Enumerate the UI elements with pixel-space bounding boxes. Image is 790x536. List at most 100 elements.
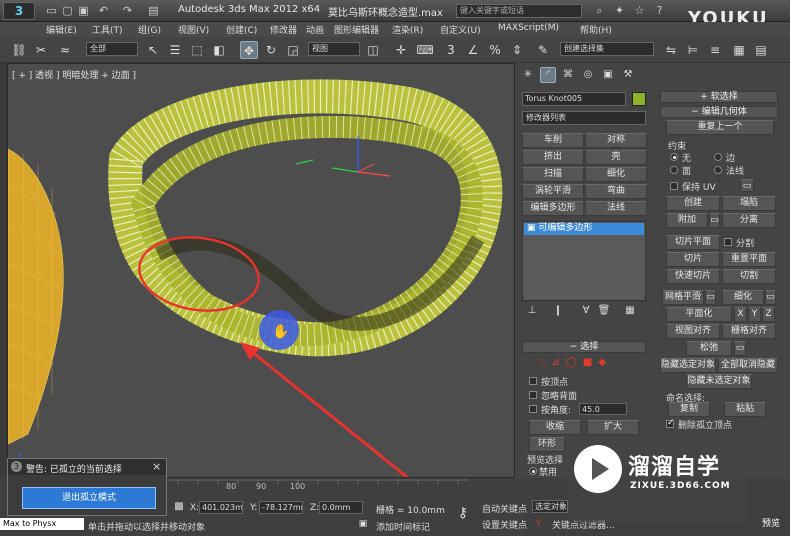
open-file-icon[interactable]: ▢ xyxy=(60,4,75,18)
select-manipulate-icon[interactable]: ✛ xyxy=(392,41,410,59)
modifier-stack[interactable]: ▣ 可编辑多边形 xyxy=(522,221,646,301)
hide-unselected-button[interactable]: 隐藏未选定对象 xyxy=(686,374,752,389)
show-end-result-icon[interactable]: ❙ xyxy=(551,304,565,318)
menu-graph-editors[interactable]: 图形编辑器 xyxy=(334,23,379,36)
menu-views[interactable]: 视图(V) xyxy=(178,23,209,36)
key-mode-dropdown[interactable]: 选定对象 xyxy=(532,500,568,513)
select-link-icon[interactable]: ⛓ xyxy=(10,41,28,59)
select-rotate-icon[interactable]: ↻ xyxy=(262,41,280,59)
meshsmooth-settings-button[interactable]: ▭ xyxy=(705,290,716,305)
selection-filter-dropdown[interactable]: 全部 xyxy=(86,42,138,56)
auto-key-button[interactable]: 自动关键点 xyxy=(482,502,527,515)
reset-plane-button[interactable]: 重置平面 xyxy=(722,252,776,267)
constraint-face-radio[interactable] xyxy=(670,166,678,174)
search-input[interactable]: 键入关键字或短语 xyxy=(456,4,582,18)
object-name-field[interactable]: Torus Knot005 xyxy=(522,92,626,106)
app-logo[interactable]: 3 xyxy=(3,2,35,20)
menu-help[interactable]: 帮助(H) xyxy=(580,23,612,36)
grid-align-button[interactable]: 栅格对齐 xyxy=(722,324,776,339)
viewport-label[interactable]: [ + ] 透视 ] 明暗处理 + 边面 ] xyxy=(12,68,136,81)
tessellate-geo-button[interactable]: 细化 xyxy=(722,290,764,305)
extrude-button[interactable]: 挤出 xyxy=(522,150,584,165)
sweep-button[interactable]: 扫描 xyxy=(522,167,584,182)
render-setup-icon[interactable]: ▦ xyxy=(730,41,748,59)
help-icon[interactable]: ? xyxy=(652,4,667,18)
bind-space-warp-icon[interactable]: ≈ xyxy=(56,41,74,59)
split-checkbox[interactable] xyxy=(724,238,732,246)
preserve-uv-checkbox[interactable] xyxy=(670,182,678,190)
unhide-all-button[interactable]: 全部取消隐藏 xyxy=(718,358,778,373)
select-move-icon[interactable]: ✥ xyxy=(240,41,258,59)
symmetry-button[interactable]: 对称 xyxy=(585,133,647,148)
by-vertex-checkbox[interactable] xyxy=(529,377,537,385)
bend-button[interactable]: 弯曲 xyxy=(585,184,647,199)
attach-button[interactable]: 附加 xyxy=(666,213,708,228)
set-key-button[interactable]: 设置关键点 xyxy=(482,518,527,531)
shrink-button[interactable]: 收缩 xyxy=(529,420,581,435)
menu-group[interactable]: 组(G) xyxy=(138,23,161,36)
add-time-tag-button[interactable]: 添加时间标记 xyxy=(376,520,430,533)
redo-icon[interactable]: ↷ xyxy=(120,4,135,18)
pin-stack-icon[interactable]: ⊥ xyxy=(525,304,539,318)
modifier-list-dropdown[interactable]: 修改器列表 xyxy=(522,111,646,125)
relax-button[interactable]: 松弛 xyxy=(686,341,732,356)
percent-snap-icon[interactable]: % xyxy=(486,41,504,59)
planar-y-button[interactable]: Y xyxy=(748,307,761,322)
layer-manager-icon[interactable]: ≡ xyxy=(706,41,724,59)
menu-customize[interactable]: 自定义(U) xyxy=(440,23,481,36)
hierarchy-tab-icon[interactable]: ⌘ xyxy=(560,67,576,83)
relax-settings-button[interactable]: ▭ xyxy=(734,341,746,356)
view-align-button[interactable]: 视图对齐 xyxy=(666,324,720,339)
modify-tab-icon[interactable]: ◜ xyxy=(540,67,556,83)
stack-item-editable-poly[interactable]: ▣ 可编辑多边形 xyxy=(524,223,644,235)
project-folder-icon[interactable]: ▤ xyxy=(146,4,161,18)
ignore-backfacing-checkbox[interactable] xyxy=(529,391,537,399)
motion-tab-icon[interactable]: ◎ xyxy=(580,67,596,83)
remove-modifier-icon[interactable]: 🗑 xyxy=(597,304,611,318)
soft-selection-rollout[interactable]: + 软选择 xyxy=(660,91,778,103)
spinner-snap-icon[interactable]: ⇕ xyxy=(508,41,526,59)
utilities-tab-icon[interactable]: ⚒ xyxy=(620,67,636,83)
align-icon[interactable]: ⊨ xyxy=(684,41,702,59)
meshsmooth-button[interactable]: 网格平滑 xyxy=(662,290,704,305)
menu-tools[interactable]: 工具(T) xyxy=(92,23,123,36)
favorites-icon[interactable]: ☆ xyxy=(632,4,647,18)
repeat-last-button[interactable]: 重复上一个 xyxy=(666,120,774,135)
collapse-button[interactable]: 塌陷 xyxy=(722,196,776,211)
window-crossing-icon[interactable]: ◧ xyxy=(210,41,228,59)
undo-icon[interactable]: ↶ xyxy=(96,4,111,18)
planar-x-button[interactable]: X xyxy=(734,307,747,322)
create-button[interactable]: 创建 xyxy=(666,196,720,211)
infocenter-icon[interactable]: ✦ xyxy=(612,4,627,18)
hide-selected-button[interactable]: 隐藏选定对象 xyxy=(660,358,716,373)
angle-spinner[interactable]: 45.0 xyxy=(579,403,627,415)
tessellate-settings-button[interactable]: ▭ xyxy=(765,290,776,305)
menu-animation[interactable]: 动画 xyxy=(306,23,324,36)
display-tab-icon[interactable]: ▣ xyxy=(600,67,616,83)
slice-button[interactable]: 切片 xyxy=(666,252,720,267)
tessellate-button[interactable]: 细化 xyxy=(585,167,647,182)
paste-button[interactable]: 粘贴 xyxy=(724,402,766,417)
perspective-viewport[interactable]: ✋ [ + ] 透视 ] 明暗处理 + 边面 ] xyxy=(7,63,515,478)
ring-button[interactable]: 环形 xyxy=(529,437,565,452)
select-object-icon[interactable]: ↖ xyxy=(144,41,162,59)
unlink-icon[interactable]: ✂ xyxy=(32,41,50,59)
menu-maxscript[interactable]: MAXScript(M) xyxy=(498,23,559,33)
create-tab-icon[interactable]: ✳ xyxy=(520,67,536,83)
preview-button[interactable]: 预览 xyxy=(762,516,780,529)
object-color-swatch[interactable] xyxy=(632,92,646,106)
by-angle-checkbox[interactable] xyxy=(529,405,537,413)
copy-button[interactable]: 复制 xyxy=(668,402,710,417)
configure-sets-icon[interactable]: ▦ xyxy=(623,304,637,318)
angle-snap-icon[interactable]: ∠ xyxy=(464,41,482,59)
planar-z-button[interactable]: Z xyxy=(762,307,775,322)
menu-rendering[interactable]: 渲染(R) xyxy=(392,23,423,36)
lock-selection-icon[interactable]: ▩ xyxy=(172,500,186,514)
x-coord-field[interactable]: 401.023mr xyxy=(199,501,243,514)
dialog-title-bar[interactable]: 3 警告: 已孤立的当前选择 × xyxy=(8,459,166,475)
exit-isolation-button[interactable]: 退出孤立模式 xyxy=(22,487,156,509)
save-icon[interactable]: ▣ xyxy=(76,4,91,18)
subobject-icons[interactable]: ∴⊿◯■◆ xyxy=(539,357,639,369)
select-scale-icon[interactable]: ◲ xyxy=(284,41,302,59)
normal-button[interactable]: 法线 xyxy=(585,201,647,216)
